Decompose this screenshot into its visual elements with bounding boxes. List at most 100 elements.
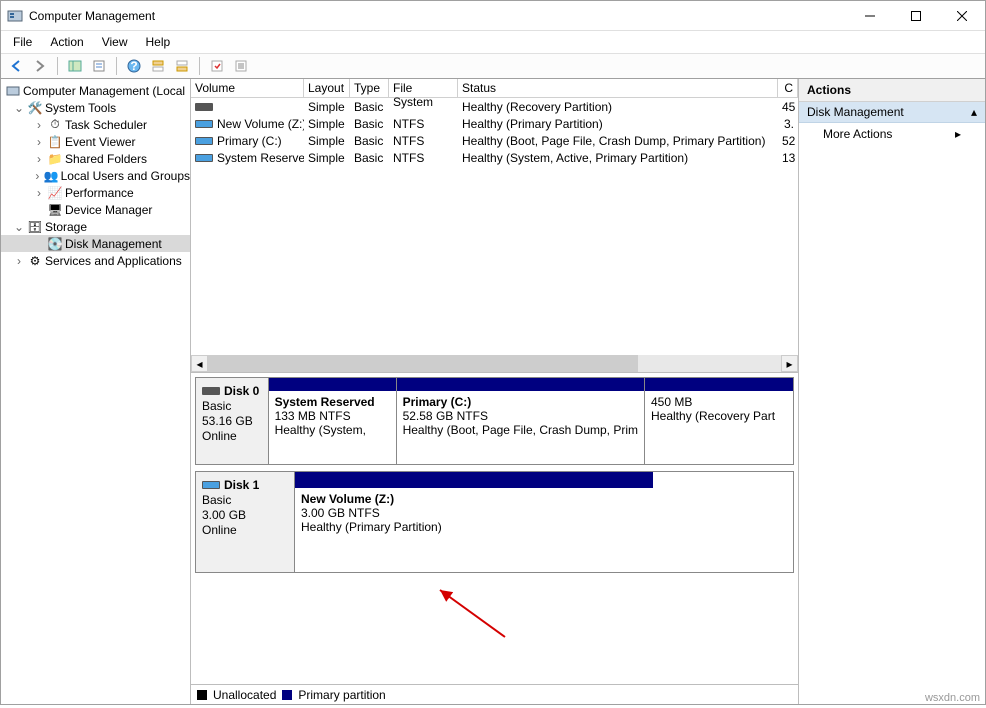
disk-state: Online	[202, 523, 288, 537]
actions-pane: Actions Disk Management ▴ More Actions ▸	[799, 79, 985, 704]
disk-1-label[interactable]: Disk 1 Basic 3.00 GB Online	[196, 472, 295, 572]
tree-task-scheduler[interactable]: › ⏱ Task Scheduler	[1, 116, 190, 133]
show-hide-button[interactable]	[64, 55, 86, 77]
legend: Unallocated Primary partition	[191, 684, 798, 704]
disk-mgmt-icon: 💽	[47, 236, 63, 252]
disk0-vol-recovery[interactable]: 450 MB Healthy (Recovery Part	[645, 378, 793, 464]
legend-primary-label: Primary partition	[298, 688, 385, 702]
volume-row[interactable]: New Volume (Z:)SimpleBasicNTFSHealthy (P…	[191, 115, 798, 132]
expand-icon[interactable]: ›	[13, 254, 25, 268]
disk-row-1[interactable]: Disk 1 Basic 3.00 GB Online New Volume (…	[195, 471, 794, 573]
volume-row[interactable]: System ReservedSimpleBasicNTFSHealthy (S…	[191, 149, 798, 166]
close-button[interactable]	[939, 1, 985, 31]
list-button[interactable]	[230, 55, 252, 77]
actions-item-label: More Actions	[823, 127, 892, 141]
more-actions-item[interactable]: More Actions ▸	[799, 123, 985, 145]
storage-icon: 🗄	[27, 219, 43, 235]
back-button[interactable]	[5, 55, 27, 77]
legend-primary-swatch	[282, 690, 292, 700]
device-icon: 🖥	[47, 202, 63, 218]
disk-0-label[interactable]: Disk 0 Basic 53.16 GB Online	[196, 378, 269, 464]
tree-system-tools[interactable]: ⌄ 🛠️ System Tools	[1, 99, 190, 116]
tree-shared-folders[interactable]: › 📁 Shared Folders	[1, 150, 190, 167]
col-status[interactable]: Status	[458, 79, 778, 97]
tree-services-apps[interactable]: › ⚙ Services and Applications	[1, 252, 190, 269]
help-button[interactable]: ?	[123, 55, 145, 77]
tree-label: Device Manager	[65, 203, 152, 217]
volume-list-header: Volume Layout Type File System Status C	[191, 79, 798, 98]
tools-icon: 🛠️	[27, 100, 43, 116]
expand-icon[interactable]: ›	[33, 186, 45, 200]
tree-device-manager[interactable]: 🖥 Device Manager	[1, 201, 190, 218]
tree-disk-management[interactable]: 💽 Disk Management	[1, 235, 190, 252]
expand-icon[interactable]: ›	[33, 169, 42, 183]
tree-label: Event Viewer	[65, 135, 135, 149]
chevron-right-icon: ▸	[955, 127, 961, 141]
perf-icon: 📈	[47, 185, 63, 201]
clock-icon: ⏱	[47, 117, 63, 133]
menu-help[interactable]: Help	[138, 33, 179, 51]
tree-performance[interactable]: › 📈 Performance	[1, 184, 190, 201]
app-icon	[7, 8, 23, 24]
disk-size: 3.00 GB	[202, 508, 288, 522]
scroll-right-icon[interactable]: ▸	[781, 355, 798, 372]
maximize-button[interactable]	[893, 1, 939, 31]
col-capacity[interactable]: C	[778, 79, 798, 97]
minimize-button[interactable]	[847, 1, 893, 31]
tree-local-users[interactable]: › 👥 Local Users and Groups	[1, 167, 190, 184]
legend-unallocated-label: Unallocated	[213, 688, 276, 702]
disk-graphical-view[interactable]: Disk 0 Basic 53.16 GB Online System Rese…	[191, 373, 798, 684]
settings-button[interactable]	[206, 55, 228, 77]
menu-action[interactable]: Action	[42, 33, 91, 51]
col-volume[interactable]: Volume	[191, 79, 304, 97]
view-bottom-button[interactable]	[171, 55, 193, 77]
properties-button[interactable]	[88, 55, 110, 77]
tree-event-viewer[interactable]: › 📋 Event Viewer	[1, 133, 190, 150]
disk1-vol-new-volume-z[interactable]: New Volume (Z:) 3.00 GB NTFS Healthy (Pr…	[295, 472, 653, 572]
disk0-vol-primary-c[interactable]: Primary (C:) 52.58 GB NTFS Healthy (Boot…	[397, 378, 645, 464]
computer-icon	[5, 83, 21, 99]
services-icon: ⚙	[27, 253, 43, 269]
scroll-left-icon[interactable]: ◂	[191, 355, 208, 372]
col-filesystem[interactable]: File System	[389, 79, 458, 97]
disk-type: Basic	[202, 493, 288, 507]
tree-label: Task Scheduler	[65, 118, 147, 132]
volume-list[interactable]: Volume Layout Type File System Status C …	[191, 79, 798, 373]
tree-root[interactable]: Computer Management (Local	[1, 82, 190, 99]
disk-icon	[202, 387, 220, 395]
actions-section[interactable]: Disk Management ▴	[799, 102, 985, 123]
view-top-button[interactable]	[147, 55, 169, 77]
menu-view[interactable]: View	[94, 33, 136, 51]
tree-label: Storage	[45, 220, 87, 234]
horizontal-scrollbar[interactable]: ◂ ▸	[191, 355, 798, 372]
disk-row-0[interactable]: Disk 0 Basic 53.16 GB Online System Rese…	[195, 377, 794, 465]
forward-button[interactable]	[29, 55, 51, 77]
tree-label: Services and Applications	[45, 254, 182, 268]
tree-storage[interactable]: ⌄ 🗄 Storage	[1, 218, 190, 235]
expand-icon[interactable]: ›	[33, 135, 45, 149]
collapse-icon[interactable]: ⌄	[13, 220, 25, 234]
center-pane: Volume Layout Type File System Status C …	[191, 79, 799, 704]
disk-icon	[202, 481, 220, 489]
volume-icon	[195, 154, 213, 162]
tree-label: Performance	[65, 186, 134, 200]
window-title: Computer Management	[29, 9, 847, 23]
expand-icon[interactable]: ›	[33, 118, 45, 132]
volume-row[interactable]: Primary (C:)SimpleBasicNTFSHealthy (Boot…	[191, 132, 798, 149]
tree-label: Computer Management (Local	[23, 84, 185, 98]
event-icon: 📋	[47, 134, 63, 150]
toolbar: ?	[1, 53, 985, 79]
tree-pane[interactable]: Computer Management (Local ⌄ 🛠️ System T…	[1, 79, 191, 704]
tree-label: Local Users and Groups	[61, 169, 190, 183]
expand-icon[interactable]: ›	[33, 152, 45, 166]
tree-label: System Tools	[45, 101, 116, 115]
scroll-thumb[interactable]	[208, 355, 638, 372]
col-layout[interactable]: Layout	[304, 79, 350, 97]
col-type[interactable]: Type	[350, 79, 389, 97]
menu-file[interactable]: File	[5, 33, 40, 51]
disk0-vol-system-reserved[interactable]: System Reserved 133 MB NTFS Healthy (Sys…	[269, 378, 397, 464]
collapse-icon[interactable]: ⌄	[13, 101, 25, 115]
tree-label: Shared Folders	[65, 152, 147, 166]
volume-row[interactable]: SimpleBasicHealthy (Recovery Partition)4…	[191, 98, 798, 115]
collapse-icon[interactable]: ▴	[971, 105, 977, 119]
